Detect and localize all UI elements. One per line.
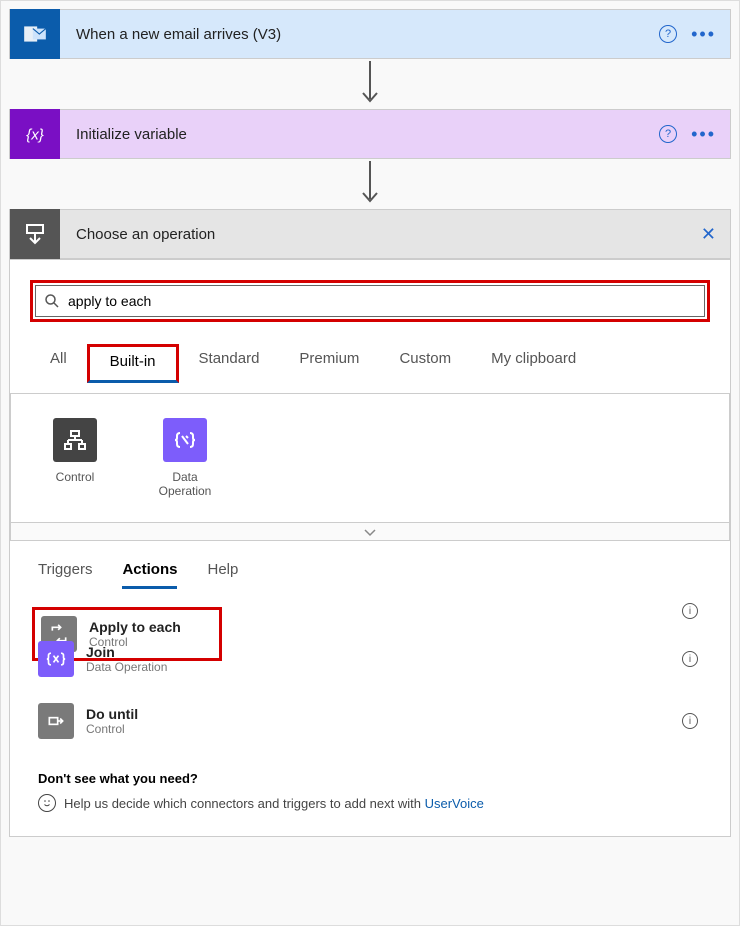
data-operation-icon xyxy=(163,418,207,462)
connector-control-label: Control xyxy=(35,470,115,484)
outlook-icon xyxy=(10,9,60,59)
tab-help[interactable]: Help xyxy=(207,561,238,589)
action-list: Apply to each Control i Join Data Operat… xyxy=(10,589,730,747)
help-icon[interactable]: ? xyxy=(659,25,677,43)
action-do-until[interactable]: Do until Control i xyxy=(38,695,702,747)
expand-connectors-button[interactable] xyxy=(10,523,730,541)
flow-arrow-icon xyxy=(9,159,731,209)
footer-question: Don't see what you need? xyxy=(38,771,702,786)
svg-text:{x}: {x} xyxy=(26,126,44,143)
search-icon xyxy=(44,293,60,309)
connector-data-label: Data Operation xyxy=(145,470,225,498)
chevron-down-icon xyxy=(363,527,377,537)
footer: Don't see what you need? Help us decide … xyxy=(10,747,730,836)
category-tabs: All Built-in Standard Premium Custom My … xyxy=(30,344,710,383)
info-icon[interactable]: i xyxy=(682,603,698,619)
tab-triggers[interactable]: Triggers xyxy=(38,561,92,589)
do-until-icon xyxy=(38,703,74,739)
action-title: Join xyxy=(86,644,167,660)
tab-actions[interactable]: Actions xyxy=(122,561,177,589)
action-title: Apply to each xyxy=(89,619,181,635)
choose-operation-icon xyxy=(10,209,60,259)
action-subtitle: Data Operation xyxy=(86,660,167,674)
connector-data-operation[interactable]: Data Operation xyxy=(145,418,225,498)
tab-custom[interactable]: Custom xyxy=(379,344,471,383)
help-icon[interactable]: ? xyxy=(659,125,677,143)
result-tabs: Triggers Actions Help xyxy=(10,541,730,589)
step-email-trigger[interactable]: When a new email arrives (V3) ? ••• xyxy=(9,9,731,59)
tab-built-in[interactable]: Built-in xyxy=(87,344,179,383)
search-box[interactable] xyxy=(35,285,705,317)
action-title: Do until xyxy=(86,706,138,722)
join-icon xyxy=(38,641,74,677)
uservoice-link[interactable]: UserVoice xyxy=(425,796,484,811)
tab-standard[interactable]: Standard xyxy=(179,344,280,383)
choose-operation-header: Choose an operation ✕ xyxy=(9,209,731,259)
step-variable-title: Initialize variable xyxy=(60,126,659,143)
action-subtitle: Control xyxy=(86,722,138,736)
variable-icon: {x} xyxy=(10,109,60,159)
step-initialize-variable[interactable]: {x} Initialize variable ? ••• xyxy=(9,109,731,159)
step-email-title: When a new email arrives (V3) xyxy=(60,26,659,43)
operation-panel: All Built-in Standard Premium Custom My … xyxy=(9,259,731,837)
connectors-row: Control Data Operation xyxy=(10,393,730,523)
flow-arrow-icon xyxy=(9,59,731,109)
connector-control[interactable]: Control xyxy=(35,418,115,498)
search-highlight xyxy=(30,280,710,322)
control-icon xyxy=(53,418,97,462)
tab-all[interactable]: All xyxy=(30,344,87,383)
smiley-icon xyxy=(38,794,56,812)
tab-premium[interactable]: Premium xyxy=(279,344,379,383)
choose-operation-title: Choose an operation xyxy=(60,226,701,243)
search-input[interactable] xyxy=(68,293,696,309)
info-icon[interactable]: i xyxy=(682,713,698,729)
footer-prompt: Help us decide which connectors and trig… xyxy=(64,796,425,811)
close-icon[interactable]: ✕ xyxy=(701,224,730,245)
tab-my-clipboard[interactable]: My clipboard xyxy=(471,344,596,383)
info-icon[interactable]: i xyxy=(682,651,698,667)
